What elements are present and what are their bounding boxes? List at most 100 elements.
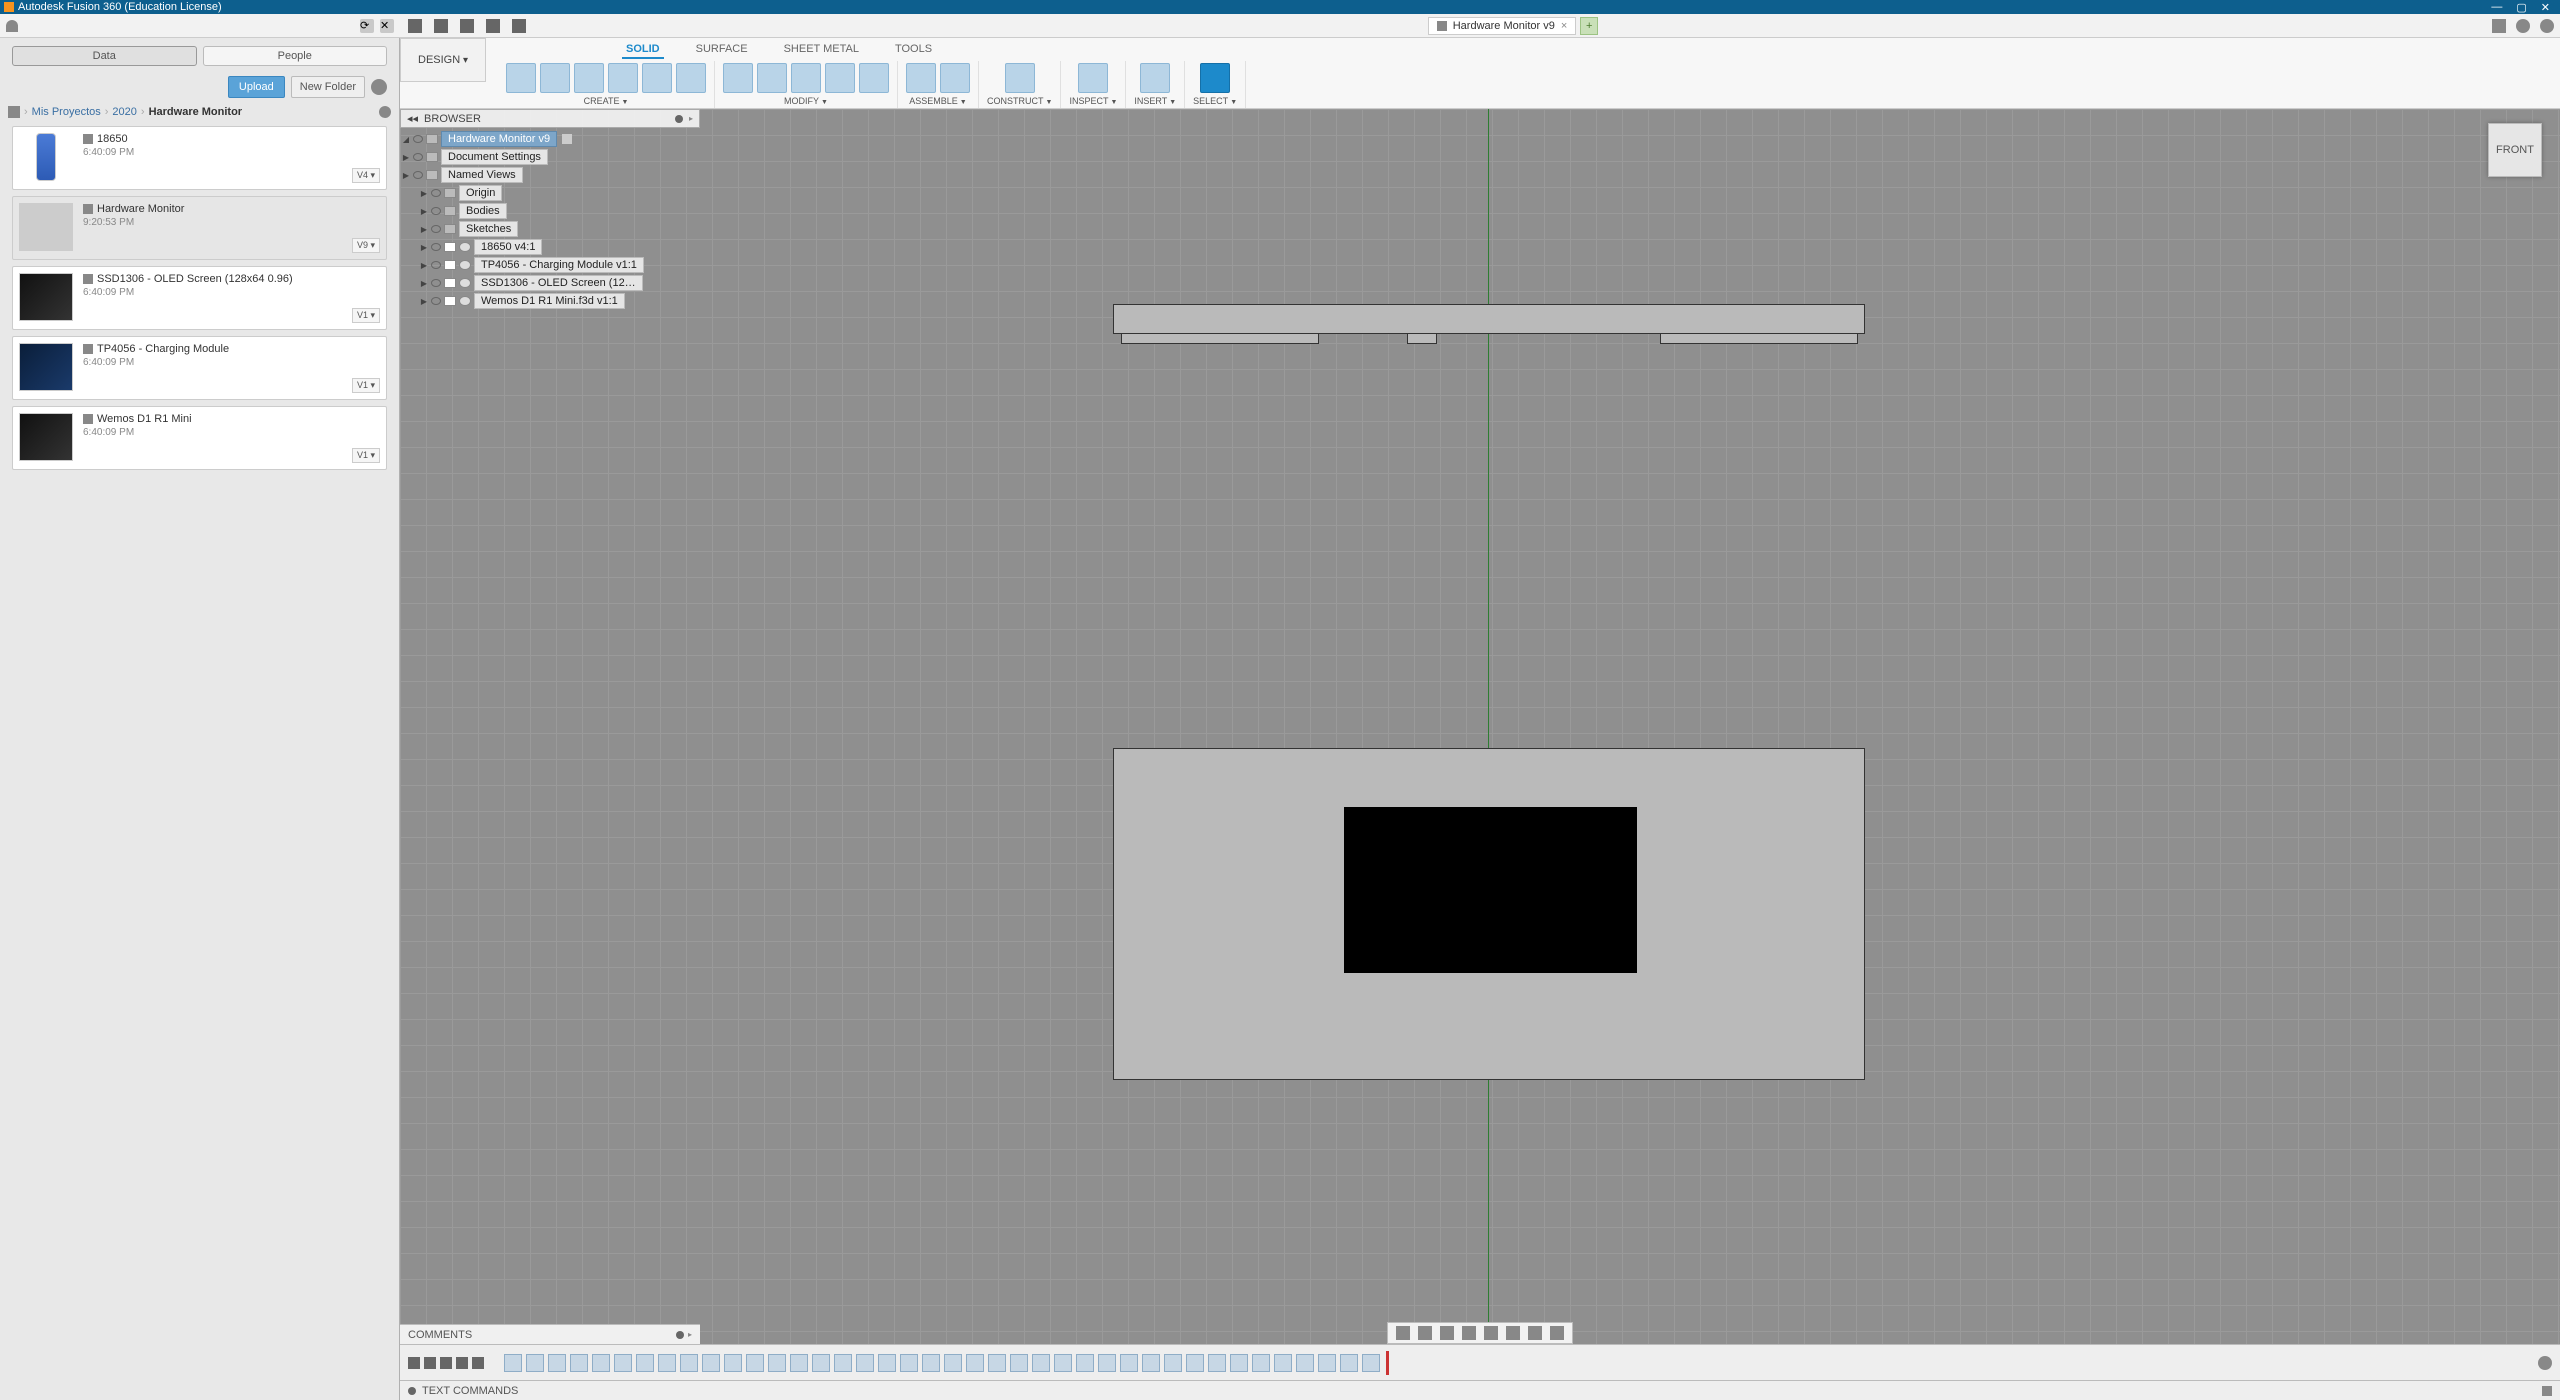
visibility-icon[interactable] <box>431 279 441 287</box>
browser-options-icon[interactable] <box>675 115 683 123</box>
asset-version-badge[interactable]: V1 ▾ <box>352 308 380 323</box>
group-label[interactable]: CREATE▼ <box>584 96 629 106</box>
tree-row[interactable]: ▶ SSD1306 - OLED Screen (12… <box>418 274 700 292</box>
expand-icon[interactable]: ▶ <box>402 153 410 162</box>
asset-item[interactable]: Hardware Monitor 9:20:53 PM V9 ▾ <box>12 196 387 260</box>
asset-version-badge[interactable]: V9 ▾ <box>352 238 380 253</box>
comments-expand-icon[interactable]: ▸ <box>688 1330 692 1339</box>
play-icon[interactable] <box>440 1357 452 1369</box>
upload-button[interactable]: Upload <box>228 76 285 98</box>
timeline-step[interactable] <box>746 1354 764 1372</box>
document-tab[interactable]: Hardware Monitor v9 × <box>1428 17 1577 35</box>
visibility-icon[interactable] <box>431 207 441 215</box>
model-part-top[interactable] <box>1113 304 1865 334</box>
create-tool-4[interactable] <box>642 63 672 93</box>
timeline-step[interactable] <box>702 1354 720 1372</box>
timeline-step[interactable] <box>922 1354 940 1372</box>
folder-settings-icon[interactable] <box>379 106 391 118</box>
asset-version-badge[interactable]: V1 ▾ <box>352 448 380 463</box>
model-part-top-foot-3[interactable] <box>1660 334 1858 344</box>
timeline-step[interactable] <box>988 1354 1006 1372</box>
crumb-1[interactable]: 2020 <box>112 106 136 118</box>
timeline-step[interactable] <box>966 1354 984 1372</box>
asset-item[interactable]: SSD1306 - OLED Screen (128x64 0.96) 6:40… <box>12 266 387 330</box>
activate-icon[interactable] <box>562 134 572 144</box>
timeline-step[interactable] <box>1296 1354 1314 1372</box>
timeline-step[interactable] <box>614 1354 632 1372</box>
new-folder-button[interactable]: New Folder <box>291 76 365 98</box>
tree-row[interactable]: ▶ Bodies <box>418 202 700 220</box>
selectable-icon[interactable] <box>444 260 456 270</box>
group-label[interactable]: CONSTRUCT▼ <box>987 96 1052 106</box>
visibility-icon[interactable] <box>431 261 441 269</box>
assemble-tool-1[interactable] <box>940 63 970 93</box>
insert-tool-0[interactable] <box>1140 63 1170 93</box>
tree-row[interactable]: ▶ 18650 v4:1 <box>418 238 700 256</box>
model-part-screen[interactable] <box>1344 807 1637 973</box>
text-commands-bar[interactable]: TEXT COMMANDS <box>400 1380 2560 1400</box>
group-label[interactable]: ASSEMBLE▼ <box>909 96 966 106</box>
display-icon[interactable] <box>1506 1326 1520 1340</box>
visibility-icon[interactable] <box>431 189 441 197</box>
timeline-step[interactable] <box>1318 1354 1336 1372</box>
text-commands-expand-icon[interactable] <box>2542 1386 2552 1396</box>
viewcube[interactable]: FRONT <box>2488 123 2542 177</box>
file-icon[interactable] <box>434 19 448 33</box>
pan-icon[interactable] <box>1440 1326 1454 1340</box>
timeline-step[interactable] <box>1032 1354 1050 1372</box>
timeline-step[interactable] <box>570 1354 588 1372</box>
group-label[interactable]: SELECT▼ <box>1193 96 1237 106</box>
timeline-playhead[interactable] <box>1386 1351 1389 1375</box>
inspect-tool-0[interactable] <box>1078 63 1108 93</box>
timeline-step[interactable] <box>526 1354 544 1372</box>
maximize-button[interactable]: ▢ <box>2516 1 2526 14</box>
tree-row[interactable]: ▶ Named Views <box>400 166 700 184</box>
notifications-icon[interactable] <box>2516 19 2530 33</box>
comments-options-icon[interactable] <box>676 1331 684 1339</box>
timeline-step[interactable] <box>1208 1354 1226 1372</box>
create-tool-2[interactable] <box>574 63 604 93</box>
panel-close-icon[interactable]: ✕ <box>380 19 394 33</box>
timeline-step[interactable] <box>856 1354 874 1372</box>
timeline-step[interactable] <box>834 1354 852 1372</box>
user-avatar-icon[interactable] <box>6 20 18 32</box>
browser-header[interactable]: ◂◂ BROWSER ▸ <box>400 109 700 128</box>
step-back-icon[interactable] <box>424 1357 436 1369</box>
grid-settings-icon[interactable] <box>1528 1326 1542 1340</box>
timeline-step[interactable] <box>1186 1354 1204 1372</box>
close-button[interactable]: ✕ <box>2541 1 2550 14</box>
selectable-icon[interactable] <box>444 278 456 288</box>
workspace-dropdown[interactable]: DESIGN ▾ <box>400 38 486 82</box>
visibility-icon[interactable] <box>413 171 423 179</box>
comments-bar[interactable]: COMMENTS ▸ <box>400 1324 700 1344</box>
crumb-0[interactable]: Mis Proyectos <box>32 106 101 118</box>
look-icon[interactable] <box>1418 1326 1432 1340</box>
visibility-icon[interactable] <box>431 297 441 305</box>
timeline-step[interactable] <box>680 1354 698 1372</box>
asset-item[interactable]: Wemos D1 R1 Mini 6:40:09 PM V1 ▾ <box>12 406 387 470</box>
skip-end-icon[interactable] <box>472 1357 484 1369</box>
timeline-step[interactable] <box>1054 1354 1072 1372</box>
browser-expand-icon[interactable]: ▸ <box>689 114 693 123</box>
expand-icon[interactable]: ▶ <box>420 189 428 198</box>
undo-icon[interactable] <box>486 19 500 33</box>
expand-icon[interactable]: ▶ <box>420 243 428 252</box>
group-label[interactable]: MODIFY▼ <box>784 96 828 106</box>
asset-version-badge[interactable]: V4 ▾ <box>352 168 380 183</box>
modify-tool-2[interactable] <box>791 63 821 93</box>
construct-tool-0[interactable] <box>1005 63 1035 93</box>
timeline-step[interactable] <box>768 1354 786 1372</box>
modify-tool-4[interactable] <box>859 63 889 93</box>
group-label[interactable]: INSPECT▼ <box>1069 96 1117 106</box>
assemble-tool-0[interactable] <box>906 63 936 93</box>
canvas[interactable]: ◂◂ BROWSER ▸ ◢ Hardware Monitor v9 ▶ Doc… <box>400 109 2560 1400</box>
timeline-step[interactable] <box>812 1354 830 1372</box>
expand-icon[interactable]: ▶ <box>420 279 428 288</box>
timeline-step[interactable] <box>944 1354 962 1372</box>
ribbon-tab-tools[interactable]: TOOLS <box>891 41 936 59</box>
timeline-step[interactable] <box>1164 1354 1182 1372</box>
asset-item[interactable]: 18650 6:40:09 PM V4 ▾ <box>12 126 387 190</box>
expand-icon[interactable]: ◢ <box>402 135 410 144</box>
timeline-step[interactable] <box>900 1354 918 1372</box>
selectable-icon[interactable] <box>444 242 456 252</box>
